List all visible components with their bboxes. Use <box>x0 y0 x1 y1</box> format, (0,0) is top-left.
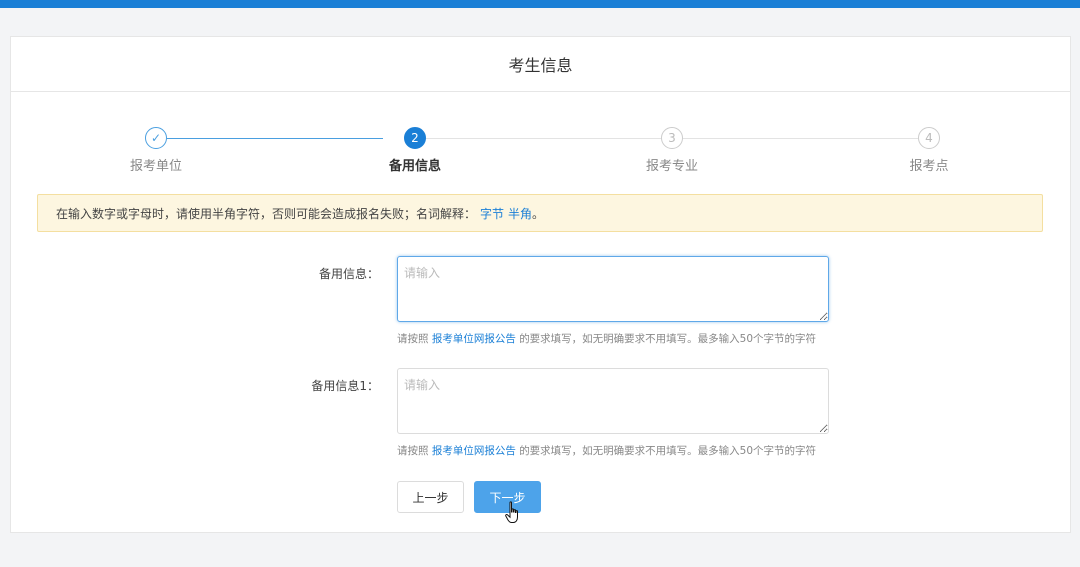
hint-prefix: 请按照 <box>397 445 429 457</box>
top-accent-bar <box>0 0 1080 8</box>
prev-step-button[interactable]: 上一步 <box>397 481 464 513</box>
main-card: 考生信息 ✓ 报考单位 2 备用信息 3 报考专业 4 报考点 在输入数字或字母… <box>10 36 1071 533</box>
field-label-backup-info: 备用信息： <box>318 267 379 281</box>
alert-end: 。 <box>532 206 545 221</box>
field-label-backup-info-1: 备用信息1： <box>311 379 379 393</box>
step-label: 报考单位 <box>129 159 182 174</box>
step-label: 备用信息 <box>388 159 441 174</box>
announcement-link[interactable]: 报考单位网报公告 <box>432 333 516 345</box>
step-number: 4 <box>918 127 940 149</box>
alert-text: 在输入数字或字母时，请使用半角字符，否则可能会造成报名失败；名词解释： <box>56 206 477 221</box>
link-byte[interactable]: 字节 <box>480 205 504 222</box>
field-hint: 请按照 报考单位网报公告 的要求填写，如无明确要求不用填写。最多输入50个字节的… <box>397 331 816 346</box>
hint-prefix: 请按照 <box>397 333 429 345</box>
step-number: 2 <box>404 127 426 149</box>
step-label: 报考点 <box>909 159 949 174</box>
step-item-3: 3 报考专业 <box>622 127 722 174</box>
page-title: 考生信息 <box>11 37 1070 92</box>
link-half-width[interactable]: 半角 <box>508 205 532 222</box>
announcement-link[interactable]: 报考单位网报公告 <box>432 445 516 457</box>
step-label: 报考专业 <box>645 159 698 174</box>
hand-pointer-icon <box>505 501 518 523</box>
step-item-1: ✓ 报考单位 <box>106 127 206 174</box>
step-progress: ✓ 报考单位 2 备用信息 3 报考专业 4 报考点 <box>11 127 1072 177</box>
field-hint: 请按照 报考单位网报公告 的要求填写，如无明确要求不用填写。最多输入50个字节的… <box>397 443 816 458</box>
backup-info-1-textarea[interactable] <box>397 368 829 434</box>
backup-info-textarea[interactable] <box>397 256 829 322</box>
hint-suffix: 的要求填写，如无明确要求不用填写。最多输入50个字节的字符 <box>519 333 817 345</box>
step-item-2: 2 备用信息 <box>365 127 465 174</box>
step-item-4: 4 报考点 <box>879 127 979 174</box>
step-number: 3 <box>661 127 683 149</box>
check-icon: ✓ <box>145 127 167 149</box>
hint-suffix: 的要求填写，如无明确要求不用填写。最多输入50个字节的字符 <box>519 445 817 457</box>
warning-alert: 在输入数字或字母时，请使用半角字符，否则可能会造成报名失败；名词解释： 字节 半… <box>37 194 1043 232</box>
